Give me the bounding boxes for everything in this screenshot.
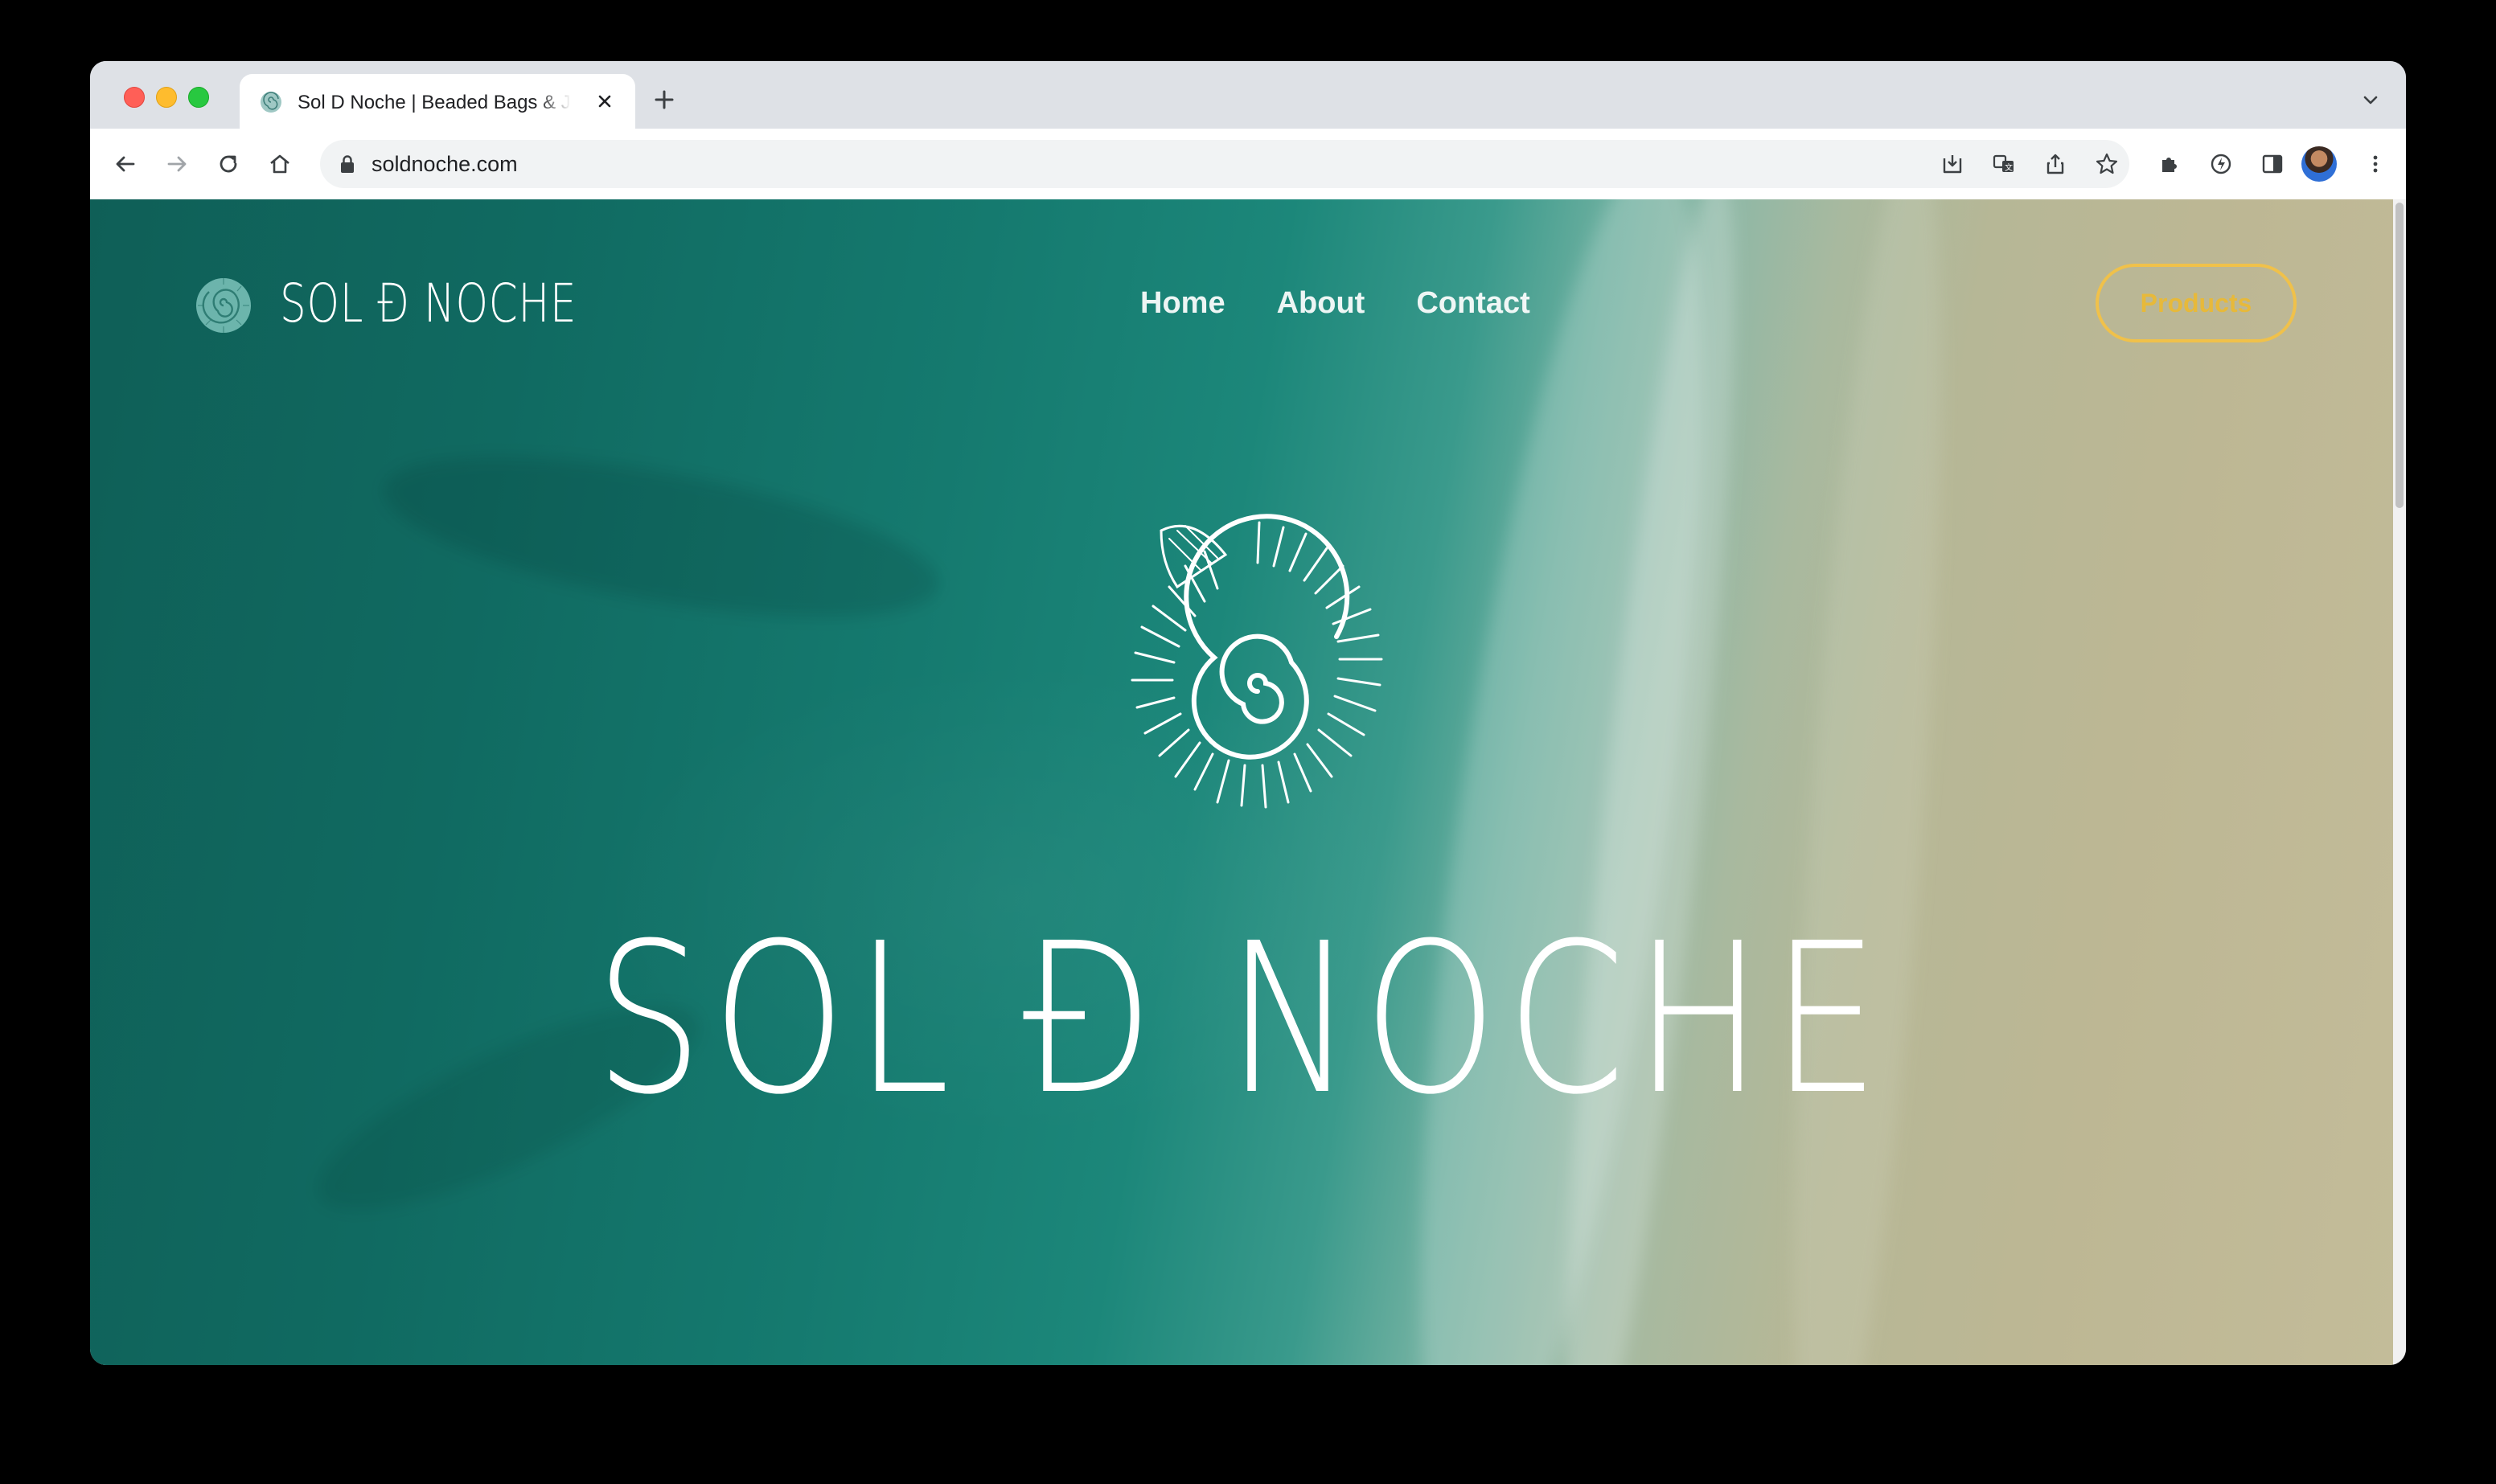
browser-tab[interactable]: Sol D Noche | Beaded Bags & Jewelry: [240, 74, 635, 129]
new-tab-icon[interactable]: [650, 85, 679, 114]
brand-name: SOL Ð NOCHE: [280, 273, 577, 334]
page-scrollbar[interactable]: [2393, 199, 2406, 1365]
browser-toolbar: soldnoche.com 文: [90, 129, 2406, 199]
nav-home[interactable]: Home: [1140, 286, 1225, 321]
site-logo[interactable]: SOL Ð NOCHE: [191, 272, 660, 336]
page-viewport: SOL Ð NOCHE Home About Contact Products …: [90, 199, 2393, 1365]
menu-kebab-icon[interactable]: [2359, 148, 2391, 180]
shell-favicon-icon: [261, 92, 281, 113]
bookmark-star-icon[interactable]: [2091, 148, 2123, 180]
performance-icon[interactable]: [2205, 148, 2237, 180]
address-bar[interactable]: soldnoche.com 文: [320, 140, 2129, 188]
hero-title: SOL Ð NOCHE: [594, 899, 1889, 1140]
main-nav: Home About Contact: [1140, 286, 1530, 321]
svg-text:文: 文: [2005, 162, 2013, 173]
share-icon[interactable]: [2039, 148, 2071, 180]
tab-search-chevron-icon[interactable]: [2361, 90, 2380, 109]
tab-title: Sol D Noche | Beaded Bags & Jewelry: [298, 92, 571, 113]
extensions-icon[interactable]: [2153, 148, 2186, 180]
products-button[interactable]: Products: [2096, 264, 2297, 342]
minimize-window-button[interactable]: [156, 87, 177, 108]
zoom-window-button[interactable]: [188, 87, 209, 108]
nav-about[interactable]: About: [1277, 286, 1365, 321]
profile-avatar[interactable]: [2301, 146, 2337, 182]
reload-icon[interactable]: [212, 148, 244, 180]
lock-icon[interactable]: [339, 154, 355, 174]
back-icon[interactable]: [109, 148, 142, 180]
scrollbar-thumb[interactable]: [2395, 203, 2404, 508]
forward-icon[interactable]: [161, 148, 193, 180]
nav-contact[interactable]: Contact: [1416, 286, 1529, 321]
browser-window: Sol D Noche | Beaded Bags & Jewelry: [90, 61, 2406, 1365]
ammonite-shell-icon: [1131, 514, 1383, 809]
url-text[interactable]: soldnoche.com: [372, 150, 518, 178]
home-icon[interactable]: [264, 148, 296, 180]
install-app-icon[interactable]: [1936, 148, 1968, 180]
side-panel-icon[interactable]: [2256, 148, 2289, 180]
close-tab-icon[interactable]: [592, 88, 618, 114]
tab-strip: Sol D Noche | Beaded Bags & Jewelry: [90, 61, 2406, 129]
shell-logo-icon: [196, 278, 251, 333]
translate-icon[interactable]: 文: [1988, 148, 2020, 180]
close-window-button[interactable]: [124, 87, 145, 108]
